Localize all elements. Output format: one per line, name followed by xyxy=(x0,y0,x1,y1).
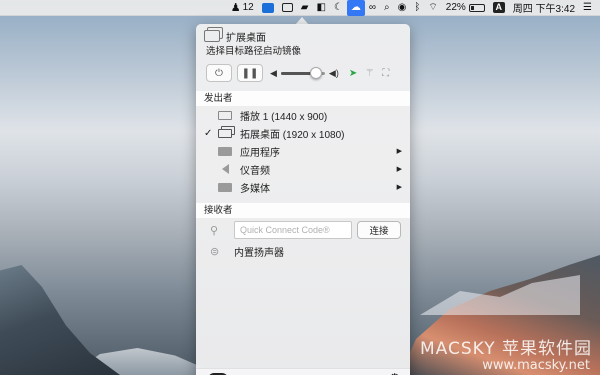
submenu-arrow-icon: ▶ xyxy=(396,184,402,191)
sender-item-display1[interactable]: 播放 1 (1440 x 900) xyxy=(196,106,410,124)
receivers-section-label: 接收者 xyxy=(196,202,410,218)
spotlight-status-item[interactable]: ⌕ xyxy=(380,0,394,16)
submenu-arrow-icon: ▶ xyxy=(396,166,402,173)
clock-label: 周四 下午3:42 xyxy=(512,4,576,15)
qq-count: 12 xyxy=(242,2,254,13)
watermark-title: MACSKY 苹果软件园 xyxy=(420,339,592,359)
application-icon xyxy=(216,146,234,156)
battery-status-item[interactable]: 22% xyxy=(442,0,489,16)
sender-item-applications[interactable]: 应用程序 ▶ xyxy=(196,142,410,160)
sender-item-audio[interactable]: 仪音频 ▶ xyxy=(196,160,410,178)
sender-item-media[interactable]: 多媒体 ▶ xyxy=(196,178,410,196)
media-icon xyxy=(216,182,234,192)
connect-button[interactable]: 连接 xyxy=(357,221,401,239)
receiver-item-builtin-speaker[interactable]: ⊜ 内置扬声器 xyxy=(196,242,410,260)
gear-icon[interactable]: ⚙ xyxy=(389,371,400,375)
watermark-url: www.macsky.net xyxy=(482,358,590,373)
panel-title: 扩展桌面 xyxy=(226,32,266,44)
speaker-icon xyxy=(216,164,234,174)
qq-penguin-icon: ♟ xyxy=(230,2,241,14)
teamviewer-status-item[interactable] xyxy=(258,0,278,16)
eye-icon xyxy=(281,3,293,12)
playback-controls: ⏻ ❚❚ ◀ ◀) ➤ ⚚ ⛶ xyxy=(196,58,410,84)
receiver-item-label: 内置扬声器 xyxy=(234,247,284,259)
menu-bar: ♟ 12 ▰ ◧ ☾ ☁ ∞ ⌕ ◉ ᛒ ⌔ 22% A 周四 下午3:42 ☰ xyxy=(0,0,600,16)
wifi-status-item[interactable]: ⌔ xyxy=(424,0,441,16)
input-method-icon: A xyxy=(492,2,505,13)
teamviewer-icon xyxy=(261,2,274,13)
quick-connect-input[interactable] xyxy=(234,221,352,239)
shield-status-item[interactable]: ◧ xyxy=(312,0,329,16)
list-icon: ☰ xyxy=(583,2,592,13)
airparrot-status-item[interactable]: ☁ xyxy=(346,0,365,16)
search-icon: ⌕ xyxy=(384,2,390,13)
magic-wand-icon[interactable]: ⚚ xyxy=(365,68,374,79)
qq-status-item[interactable]: ♟ 12 xyxy=(227,0,258,16)
siri-icon: ◉ xyxy=(397,2,407,13)
car-status-item[interactable]: ▰ xyxy=(297,0,313,16)
moon-status-item[interactable]: ☾ xyxy=(330,0,347,16)
quick-connect-row: ⚲ 连接 xyxy=(196,218,410,242)
siri-status-item[interactable]: ◉ xyxy=(394,0,411,16)
wifi-icon: ⌔ xyxy=(428,2,438,13)
fullscreen-icon[interactable]: ⛶ xyxy=(382,68,389,79)
clock-status-item[interactable]: 周四 下午3:42 xyxy=(509,0,579,16)
pause-icon: ❚❚ xyxy=(241,67,259,79)
bluetooth-icon: ᛒ xyxy=(414,2,421,13)
bluetooth-status-item[interactable]: ᛒ xyxy=(410,0,424,16)
cursor-pointer-icon[interactable]: ➤ xyxy=(349,68,357,79)
moon-icon: ☾ xyxy=(333,2,343,13)
volume-high-icon: ◀) xyxy=(328,67,339,78)
notification-center-item[interactable]: ☰ xyxy=(579,0,596,16)
battery-icon xyxy=(468,3,485,12)
volume-slider-knob[interactable] xyxy=(310,66,323,79)
display-icon xyxy=(216,110,234,120)
sender-item-label: 播放 1 (1440 x 900) xyxy=(240,111,328,123)
sender-item-extended-desktop[interactable]: ✓ 拓展桌面 (1920 x 1080) xyxy=(196,124,410,142)
sender-item-label: 多媒体 xyxy=(240,183,270,195)
senders-section-label: 发出者 xyxy=(196,90,410,106)
car-icon: ▰ xyxy=(300,2,309,13)
speaker-output-icon: ⊜ xyxy=(210,245,220,258)
checkmark-icon: ✓ xyxy=(204,127,213,139)
eye-status-item[interactable] xyxy=(278,0,297,16)
power-icon: ⏻ xyxy=(215,67,223,79)
submenu-arrow-icon: ▶ xyxy=(396,148,402,155)
volume-slider[interactable] xyxy=(280,66,325,79)
network-share-icon: ⚲ xyxy=(210,224,219,237)
battery-percent: 22% xyxy=(445,2,466,13)
airparrot-icon: ☁ xyxy=(350,2,361,13)
airparrot-panel: 扩展桌面 选择目标路径启动镜像 ⏻ ❚❚ ◀ ◀) ➤ ⚚ ⛶ 发出者 播放 1… xyxy=(196,24,410,375)
sender-item-label: 仪音频 xyxy=(240,165,270,177)
volume-low-icon: ◀ xyxy=(270,67,277,78)
sender-item-label: 应用程序 xyxy=(240,147,280,159)
extended-display-icon xyxy=(216,128,234,138)
input-method-status-item[interactable]: A xyxy=(489,0,509,16)
extended-desktop-icon xyxy=(204,30,220,42)
creative-cloud-icon: ∞ xyxy=(368,2,377,13)
shield-icon: ◧ xyxy=(316,2,326,13)
cloud-status-item[interactable]: ∞ xyxy=(365,0,380,16)
sender-item-label: 拓展桌面 (1920 x 1080) xyxy=(240,129,345,141)
panel-header: 扩展桌面 xyxy=(196,24,410,44)
panel-footer: ⚙ xyxy=(196,368,410,375)
power-button[interactable]: ⏻ xyxy=(206,64,232,82)
panel-subtitle: 选择目标路径启动镜像 xyxy=(206,46,302,57)
pause-button[interactable]: ❚❚ xyxy=(237,64,263,82)
